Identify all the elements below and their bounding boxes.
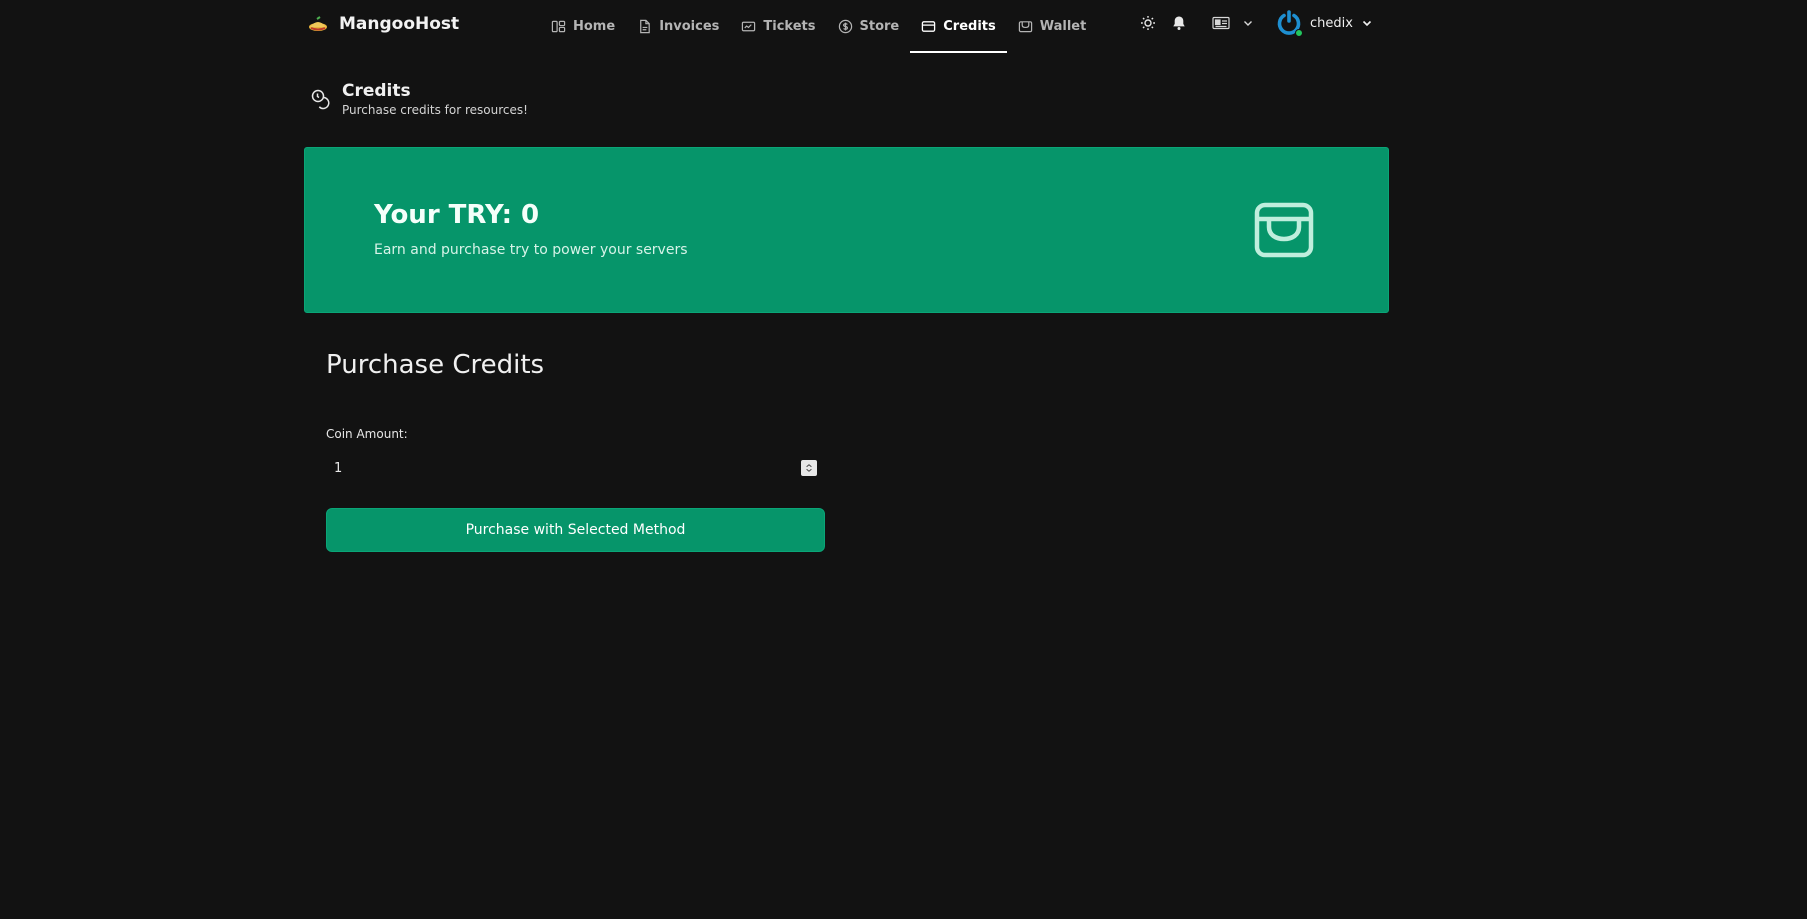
dollar-icon	[838, 19, 852, 34]
nav-store-label: Store	[859, 19, 900, 34]
coins-icon	[311, 89, 330, 110]
balance-title: Your TRY: 0	[374, 200, 540, 230]
wallet-icon	[1018, 21, 1032, 33]
nav-wallet-label: Wallet	[1039, 19, 1087, 34]
mango-logo-icon	[309, 16, 327, 31]
balance-banner: Your TRY: 0 Earn and purchase try to pow…	[304, 147, 1389, 313]
brand-link[interactable]: MangooHost	[307, 12, 459, 36]
page-title: Credits	[342, 81, 411, 101]
theme-toggle[interactable]	[1140, 15, 1156, 31]
username: chedix	[1310, 15, 1353, 31]
document-icon	[640, 19, 650, 34]
top-navbar: MangooHost Home Invoices Tickets Store C…	[0, 0, 1807, 53]
chevron-down-icon	[1244, 21, 1252, 26]
coin-amount-input[interactable]	[326, 454, 820, 482]
nav-invoices[interactable]: Invoices	[626, 0, 730, 53]
nav-wallet[interactable]: Wallet	[1007, 0, 1098, 53]
page-subtitle: Purchase credits for resources!	[342, 103, 528, 117]
purchase-section-title: Purchase Credits	[326, 350, 545, 380]
nav-home-label: Home	[573, 19, 616, 34]
coin-amount-label: Coin Amount:	[326, 427, 408, 441]
home-icon	[551, 20, 566, 33]
brand-name: MangooHost	[339, 14, 460, 34]
nav-store[interactable]: Store	[827, 0, 911, 53]
purchase-button[interactable]: Purchase with Selected Method	[326, 508, 825, 552]
coin-amount-stepper[interactable]	[801, 460, 817, 476]
wallet-icon	[1254, 202, 1314, 258]
chevron-down-icon	[1362, 20, 1372, 27]
language-selector[interactable]	[1212, 16, 1254, 30]
id-card-icon	[1212, 16, 1230, 30]
page-header: Credits Purchase credits for resources!	[310, 80, 528, 117]
nav-tickets[interactable]: Tickets	[730, 0, 826, 53]
nav-tickets-label: Tickets	[763, 19, 816, 34]
stepper-arrows-icon	[806, 464, 812, 472]
balance-subtitle: Earn and purchase try to power your serv…	[374, 242, 688, 258]
user-menu[interactable]: chedix	[1276, 10, 1373, 37]
bell-icon	[1173, 16, 1185, 30]
nav-home[interactable]: Home	[540, 0, 626, 53]
notifications-button[interactable]	[1171, 15, 1187, 31]
sun-icon	[1141, 16, 1155, 30]
online-status-dot	[1295, 29, 1303, 37]
nav-invoices-label: Invoices	[659, 19, 720, 34]
main-nav: Home Invoices Tickets Store Credits Wall…	[540, 0, 1097, 53]
header-tools: chedix	[1140, 8, 1373, 38]
nav-credits-label: Credits	[943, 19, 996, 34]
ticket-icon	[742, 21, 756, 32]
nav-credits[interactable]: Credits	[910, 0, 1008, 53]
credit-card-icon	[922, 21, 936, 32]
avatar	[1276, 10, 1303, 37]
